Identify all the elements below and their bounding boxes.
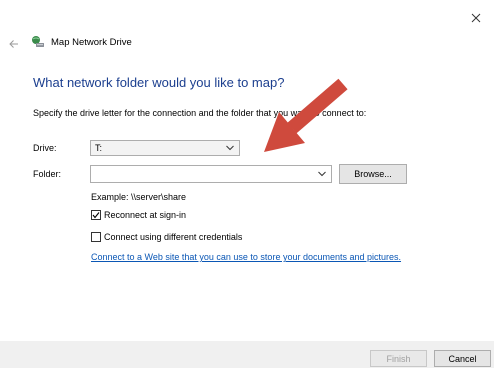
credentials-checkbox-row[interactable]: Connect using different credentials <box>91 232 242 242</box>
credentials-label: Connect using different credentials <box>104 232 243 242</box>
drive-select-value: T: <box>95 143 103 153</box>
browse-button[interactable]: Browse... <box>339 164 407 184</box>
cancel-button[interactable]: Cancel <box>434 350 491 367</box>
drive-label: Drive: <box>33 143 57 153</box>
reconnect-checkbox[interactable] <box>91 210 101 220</box>
web-site-link[interactable]: Connect to a Web site that you can use t… <box>91 252 401 262</box>
drive-select[interactable]: T: <box>90 140 240 156</box>
finish-button[interactable]: Finish <box>370 350 427 367</box>
reconnect-label: Reconnect at sign-in <box>104 210 187 220</box>
network-drive-icon <box>32 36 44 47</box>
map-network-drive-window: Map Network Drive What network folder wo… <box>0 0 494 368</box>
reconnect-checkbox-row[interactable]: Reconnect at sign-in <box>91 210 186 220</box>
page-heading: What network folder would you like to ma… <box>33 75 285 90</box>
instructions-text: Specify the drive letter for the connect… <box>33 108 367 118</box>
folder-label: Folder: <box>33 169 62 179</box>
chevron-down-icon <box>226 145 234 151</box>
title-bar: Map Network Drive <box>31 35 132 49</box>
chevron-down-icon <box>318 171 326 177</box>
close-button[interactable] <box>462 6 490 30</box>
back-button[interactable] <box>6 36 22 52</box>
credentials-checkbox[interactable] <box>91 232 101 242</box>
window-title: Map Network Drive <box>51 36 132 48</box>
checkmark-icon <box>92 212 100 219</box>
example-text: Example: \\server\share <box>91 192 187 202</box>
back-arrow-icon <box>9 40 18 48</box>
folder-input[interactable] <box>90 165 332 183</box>
red-annotation-arrow-icon <box>264 78 348 152</box>
close-icon <box>471 13 481 23</box>
annotation-arrow-overlay <box>264 78 348 152</box>
